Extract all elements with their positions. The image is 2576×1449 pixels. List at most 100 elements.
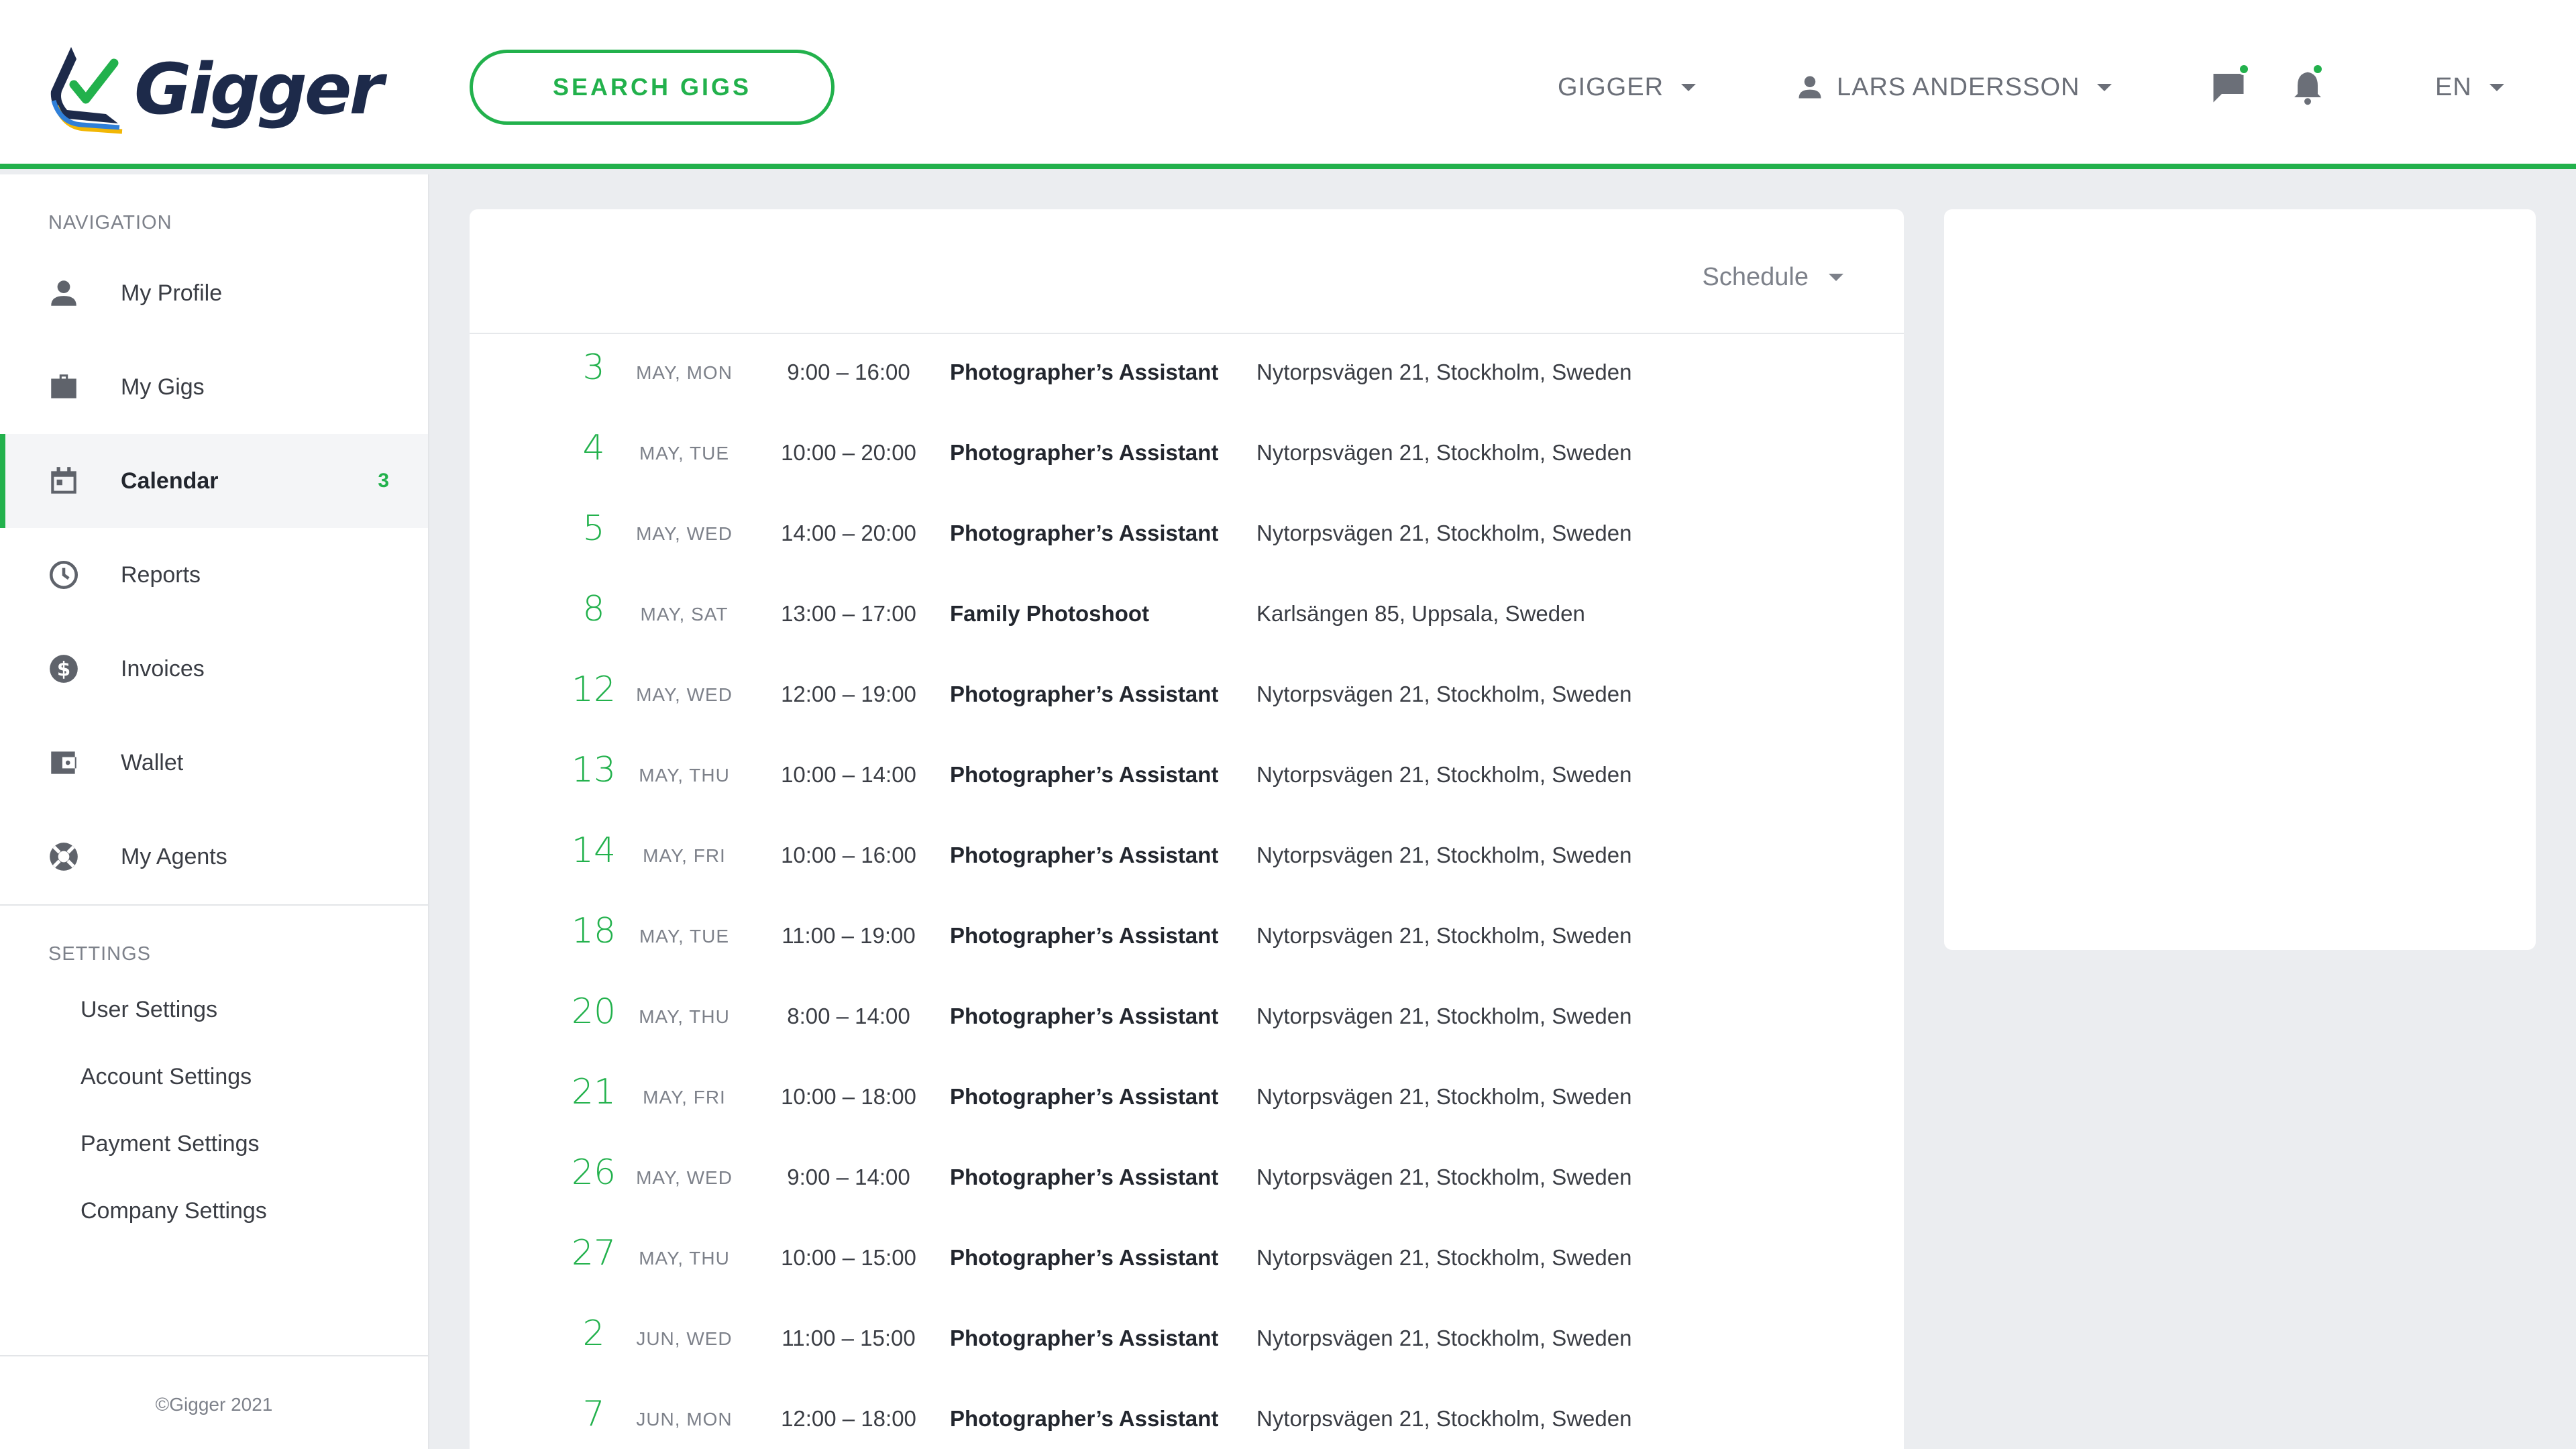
event-row[interactable]: 3 MAY, MON 9:00 – 16:00 Photographer’s Assi… [470,334,1904,415]
event-month-weekday: MAY, MON [636,362,733,383]
event-month-weekday: MAY, WED [636,684,733,705]
event-month-weekday: MAY, FRI [643,1087,726,1108]
event-time: 10:00 – 15:00 [781,1245,916,1270]
event-row[interactable]: 14 MAY, FRI 10:00 – 16:00 Photographer’s As… [470,817,1904,898]
sidebar-item-label: Reports [121,561,201,588]
copyright-text: ©Gigger 2021 [155,1394,273,1415]
chevron-down-icon [2489,83,2504,91]
event-title: Photographer’s Assistant [950,762,1219,787]
event-row[interactable]: 4 MAY, TUE 10:00 – 20:00 Photographer’s Ass… [470,415,1904,495]
sidebar-divider [0,1355,428,1356]
sidebar-item-label: Calendar [121,468,219,494]
sidebar-item-label: My Gigs [121,374,205,400]
gigger-logo-icon [50,47,123,134]
event-month-weekday: JUN, MON [636,1409,733,1430]
event-title: Photographer’s Assistant [950,843,1219,867]
event-time: 10:00 – 16:00 [781,843,916,867]
dollar-icon: $ [50,655,78,683]
sidebar-item-account-settings[interactable]: Account Settings [80,1064,252,1090]
sidebar-item-label: My Agents [121,843,227,869]
language-dropdown[interactable]: EN [2435,67,2504,107]
event-row[interactable]: 5 MAY, WED 14:00 – 20:00 Photographer’s Ass… [470,495,1904,576]
notification-dot [2238,63,2250,75]
event-title: Photographer’s Assistant [950,682,1219,706]
event-title: Photographer’s Assistant [950,1004,1219,1028]
event-month-weekday: MAY, THU [639,765,730,786]
navigation-section-title: NAVIGATION [48,212,172,233]
event-address: Nytorpsvägen 21, Stockholm, Sweden [1256,1165,1632,1189]
event-month-weekday: MAY, THU [639,1006,730,1027]
sidebar-item-label: Wallet [121,749,184,775]
event-row[interactable]: 21 MAY, FRI 10:00 – 18:00 Photographer’s As… [470,1059,1904,1139]
organization-label: GIGGER [1558,72,1664,101]
event-row[interactable]: 27 MAY, THU 10:00 – 15:00 Photographer’s As… [470,1220,1904,1300]
event-title: Family Photoshoot [950,601,1149,626]
messages-button[interactable] [2208,63,2250,107]
event-row[interactable]: 12 MAY, WED 12:00 – 19:00 Photographer’s As… [470,656,1904,737]
sidebar-item-my-agents[interactable]: My Agents [0,810,428,904]
sidebar-item-payment-settings[interactable]: Payment Settings [80,1131,259,1157]
sidebar-item-company-settings[interactable]: Company Settings [80,1198,267,1224]
settings-section-title: SETTINGS [48,943,152,965]
event-time: 9:00 – 14:00 [787,1165,910,1189]
event-title: Photographer’s Assistant [950,360,1219,384]
event-address: Nytorpsvägen 21, Stockholm, Sweden [1256,762,1632,787]
calendar-view-select[interactable]: Schedule [1703,263,1843,292]
person-icon [51,280,76,306]
event-row[interactable]: 13 MAY, THU 10:00 – 14:00 Photographer’s As… [470,737,1904,817]
event-row[interactable]: 18 MAY, TUE 11:00 – 19:00 Photographer’s As… [470,898,1904,978]
organization-dropdown[interactable]: GIGGER [1558,67,1697,107]
gigger-logo[interactable]: Gigger [44,39,384,140]
language-label: EN [2435,72,2472,101]
sidebar-item-my-gigs[interactable]: My Gigs [0,340,428,434]
sidebar-item-wallet[interactable]: Wallet [0,716,428,810]
calendar-panel: Schedule 3 MAY, MON 9:00 – 16:00 Photograph… [470,209,1904,1449]
event-row[interactable]: 20 MAY, THU 8:00 – 14:00 Photographer’s Ass… [470,978,1904,1059]
notification-dot [2312,63,2324,75]
user-icon [1799,76,1821,99]
event-address: Nytorpsvägen 21, Stockholm, Sweden [1256,521,1632,545]
top-header: Gigger SEARCH GIGS GIGGER LARS ANDERSSON… [0,0,2576,169]
svg-text:$: $ [57,657,70,680]
event-address: Karlsängen 85, Uppsala, Sweden [1256,601,1585,626]
event-time: 13:00 – 17:00 [781,601,916,626]
calendar-count-badge: 3 [378,470,389,492]
sidebar-divider [0,904,428,906]
event-month-weekday: MAY, WED [636,523,733,544]
event-address: Nytorpsvägen 21, Stockholm, Sweden [1256,440,1632,465]
chevron-down-icon [2097,83,2112,91]
event-address: Nytorpsvägen 21, Stockholm, Sweden [1256,1004,1632,1028]
event-title: Photographer’s Assistant [950,521,1219,545]
notifications-button[interactable] [2288,63,2328,107]
search-gigs-button[interactable]: SEARCH GIGS [470,50,835,125]
briefcase-icon [51,374,76,398]
event-row[interactable]: 7 JUN, MON 12:00 – 18:00 Photographer’s Ass… [470,1381,1904,1449]
event-month-weekday: MAY, TUE [639,443,730,464]
event-time: 12:00 – 18:00 [781,1406,916,1431]
event-address: Nytorpsvägen 21, Stockholm, Sweden [1256,923,1632,948]
user-name-label: LARS ANDERSSON [1837,72,2080,101]
event-title: Photographer’s Assistant [950,1245,1219,1270]
calendar-icon [51,467,76,494]
details-panel [1944,209,2536,950]
event-address: Nytorpsvägen 21, Stockholm, Sweden [1256,843,1632,867]
event-row[interactable]: 8 MAY, SAT 13:00 – 17:00 Family Photoshoot K… [470,576,1904,656]
logo-wordmark: Gigger [134,48,384,130]
event-row[interactable]: 2 JUN, WED 11:00 – 15:00 Photographer’s Ass… [470,1300,1904,1381]
event-address: Nytorpsvägen 21, Stockholm, Sweden [1256,682,1632,706]
sidebar-item-invoices[interactable]: $ Invoices [0,622,428,716]
sidebar-item-calendar[interactable]: Calendar 3 [0,434,428,528]
lifebuoy-icon [50,843,78,871]
calendar-panel-header: Schedule [470,209,1904,334]
event-row[interactable]: 26 MAY, WED 9:00 – 14:00 Photographer’s Ass… [470,1139,1904,1220]
user-menu-dropdown[interactable]: LARS ANDERSSON [1795,67,2112,107]
event-address: Nytorpsvägen 21, Stockholm, Sweden [1256,1084,1632,1109]
event-address: Nytorpsvägen 21, Stockholm, Sweden [1256,360,1632,384]
event-month-weekday: JUN, WED [636,1328,733,1349]
sidebar-item-user-settings[interactable]: User Settings [80,997,217,1023]
event-title: Photographer’s Assistant [950,1084,1219,1109]
sidebar-item-reports[interactable]: Reports [0,528,428,622]
chevron-down-icon [1681,83,1697,91]
sidebar-item-my-profile[interactable]: My Profile [0,246,428,340]
event-address: Nytorpsvägen 21, Stockholm, Sweden [1256,1245,1632,1270]
